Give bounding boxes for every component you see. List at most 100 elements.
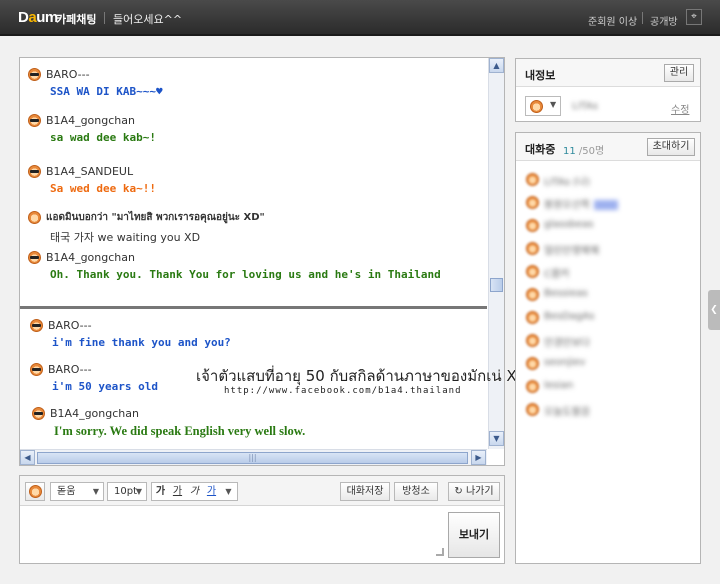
room-title: 들어오세요^^ (113, 13, 183, 26)
message-nick[interactable]: BARO--- (48, 319, 92, 332)
message-nick[interactable]: B1A4_SANDEUL (46, 165, 133, 178)
chat-message: แอดมินบอกว่า "มาไทยสิ พวกเรารอคุณอยู่นะ … (28, 210, 265, 245)
pin-icon[interactable]: ⌖ (686, 9, 702, 25)
participant-name: 오늘도팔끔 (544, 407, 590, 418)
participant-name: BesDagAs (544, 311, 595, 322)
scroll-down-icon[interactable]: ▼ (489, 431, 504, 446)
my-info-panel: 내정보 관리 ▼ LITAs 수정 (515, 58, 701, 122)
participant-name: glassbeas (544, 219, 594, 230)
sunglasses-face-icon (32, 407, 45, 420)
vertical-scrollbar[interactable]: ▲ ▼ (488, 58, 504, 449)
panel-header: 내정보 관리 (516, 59, 700, 87)
chat-message: BARO--- i'm fine thank you and you? (30, 319, 231, 349)
exit-button[interactable]: ↻ 나가기 (448, 482, 500, 501)
panel-title: 대화중 (525, 143, 556, 156)
bold-button[interactable]: 가 (152, 483, 169, 500)
message-text: Oh. Thank you. Thank You for loving us a… (50, 268, 441, 281)
manage-button[interactable]: 관리 (664, 64, 694, 82)
chat-message: B1A4_gongchan I'm sorry. We did speak En… (32, 407, 305, 439)
message-text: SSA WA DI KAB~~~♥ (50, 85, 163, 98)
message-text: I'm sorry. We did speak English very wel… (54, 424, 306, 438)
chevron-down-icon: ▼ (550, 100, 557, 109)
scroll-left-icon[interactable]: ◀ (20, 450, 35, 465)
top-bar: Daum 카페채팅 들어오세요^^ 준회원 이상 공개방 ⌖ (0, 0, 720, 36)
composer-toolbar: 돋움 ▼ 10pt ▼ 가 가 가 가 ▼ 대화저장 방청소 ↻ 나가기 (20, 476, 504, 506)
sunglasses-face-icon (28, 68, 41, 81)
edit-link[interactable]: 수정 (671, 101, 689, 116)
panel-header: 대화중 11 /50명 초대하기 (516, 133, 700, 161)
chat-log-top: BARO--- SSA WA DI KAB~~~♥ B1A4_gongchan … (20, 58, 487, 296)
badge-icon (594, 200, 618, 210)
resize-grip-icon[interactable] (436, 548, 444, 556)
exit-label: 나가기 (465, 486, 494, 497)
face-icon (526, 219, 539, 232)
panel-title: 내정보 (525, 69, 556, 82)
horizontal-scrollbar[interactable]: ◀ ||| ▶ (20, 449, 487, 465)
face-icon (526, 403, 539, 416)
text-color-button[interactable]: 가 (203, 483, 220, 500)
watermark-url: http://www.facebook.com/b1a4.thailand (224, 386, 462, 396)
pane-divider[interactable] (20, 306, 487, 309)
composer: 돋움 ▼ 10pt ▼ 가 가 가 가 ▼ 대화저장 방청소 ↻ 나가기 보내기 (19, 475, 505, 564)
face-icon (28, 484, 42, 498)
level-filter[interactable]: 준회원 이상 (588, 13, 637, 28)
message-input[interactable] (20, 507, 504, 563)
visibility-setting[interactable]: 공개방 (650, 13, 678, 28)
sunglasses-face-icon (28, 165, 41, 178)
separator (104, 12, 105, 24)
scroll-right-icon[interactable]: ▶ (471, 450, 486, 465)
chat-message: B1A4_SANDEUL Sa wed dee ka~!! (28, 165, 156, 195)
face-icon (526, 334, 539, 347)
message-nick[interactable]: B1A4_gongchan (50, 407, 139, 420)
save-chat-button[interactable]: 대화저장 (340, 482, 390, 501)
face-icon (530, 100, 543, 113)
my-nickname: LITAs (572, 101, 598, 112)
message-text: 태국 가자 we waiting you XD (50, 231, 201, 244)
chat-message: B1A4_gongchan sa wad dee kab~! (28, 114, 156, 144)
text-format-group: 가 가 가 가 ▼ (151, 482, 238, 501)
participant-name: 안경만보다 (544, 338, 590, 349)
chevron-down-icon: ▼ (92, 487, 99, 496)
chat-window: BARO--- SSA WA DI KAB~~~♥ B1A4_gongchan … (19, 57, 505, 466)
face-icon (526, 380, 539, 393)
exit-icon: ↻ (454, 486, 466, 497)
clear-room-button[interactable]: 방청소 (394, 482, 438, 501)
font-size-value: 10pt (114, 486, 137, 497)
chevron-down-icon: ▼ (135, 487, 142, 496)
face-icon (526, 311, 539, 324)
sunglasses-face-icon (30, 319, 43, 332)
daum-logo[interactable]: Daum (18, 9, 58, 26)
chat-message: BARO--- SSA WA DI KAB~~~♥ (28, 68, 163, 98)
scroll-up-icon[interactable]: ▲ (489, 58, 504, 73)
face-icon (526, 242, 539, 255)
italic-button[interactable]: 가 (186, 483, 203, 500)
message-text: i'm 50 years old (52, 380, 158, 393)
invite-button[interactable]: 초대하기 (647, 138, 695, 156)
message-nick[interactable]: B1A4_gongchan (46, 251, 135, 264)
sunglasses-face-icon (28, 114, 41, 127)
watermark-caption: เจ้าตัวแสบที่อายุ 50 กับสกิลด้านภาษาของม… (196, 367, 529, 385)
face-icon (526, 265, 539, 278)
participant-name: seonjiev (544, 357, 586, 368)
font-family-select[interactable]: 돋움 ▼ (50, 482, 104, 501)
scroll-thumb[interactable]: ||| (37, 452, 468, 464)
face-icon (526, 288, 539, 301)
participant-name: LITAs (나) (544, 177, 591, 188)
message-nick[interactable]: แอดมินบอกว่า "มาไทยสิ พวกเรารอคุณอยู่นะ … (46, 210, 265, 225)
message-nick[interactable]: BARO--- (46, 68, 90, 81)
emoticon-button[interactable] (25, 482, 45, 501)
message-text: sa wad dee kab~! (50, 131, 156, 144)
send-button[interactable]: 보내기 (448, 512, 500, 558)
chevron-down-icon[interactable]: ▼ (220, 483, 237, 500)
avatar-select[interactable]: ▼ (525, 96, 561, 116)
face-icon (526, 196, 539, 209)
message-nick[interactable]: B1A4_gongchan (46, 114, 135, 127)
scroll-thumb[interactable] (490, 278, 503, 292)
message-nick[interactable]: BARO--- (48, 363, 92, 376)
participant-count: 11 /50명 (563, 142, 604, 157)
font-size-select[interactable]: 10pt ▼ (107, 482, 147, 501)
chat-message: B1A4_gongchan Oh. Thank you. Thank You f… (28, 251, 441, 281)
underline-button[interactable]: 가 (169, 483, 186, 500)
participant-name: C쾀커 (544, 269, 570, 280)
panel-toggle-chevron-icon[interactable]: ❮ (708, 290, 720, 330)
